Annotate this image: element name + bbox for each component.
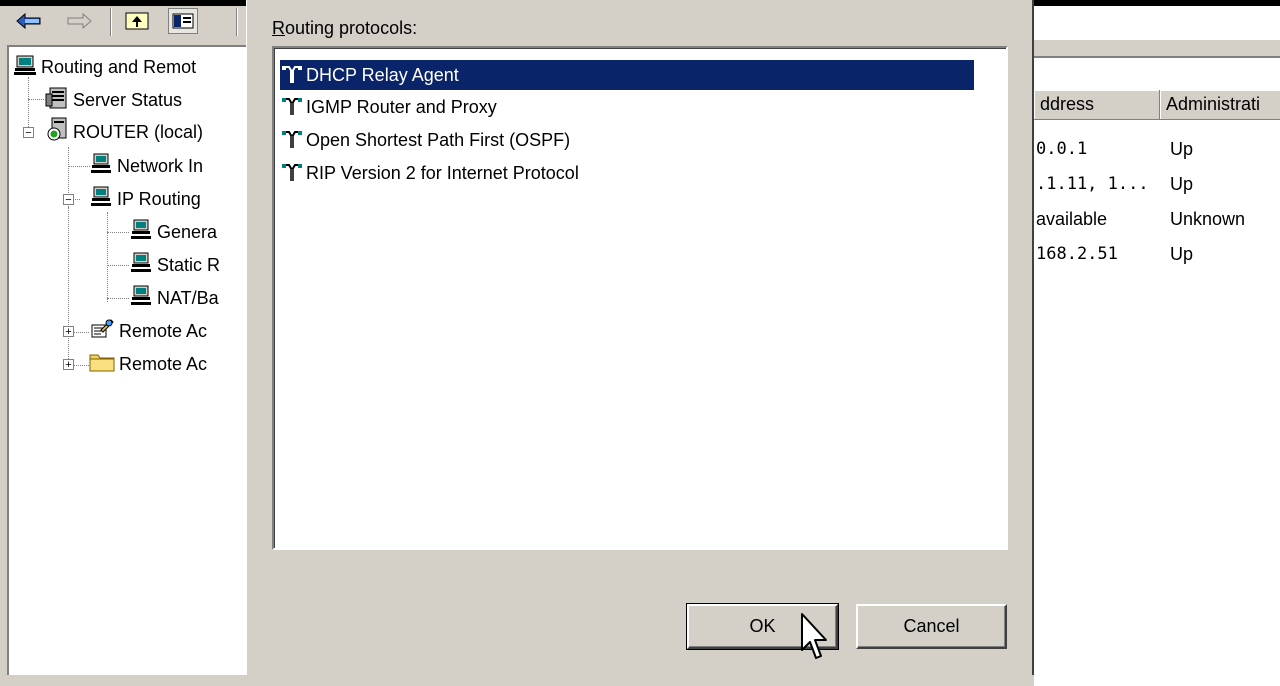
tree-item-ip-routing[interactable]: IP Routing (89, 184, 201, 214)
expand-toggle[interactable]: + (63, 359, 74, 371)
label-text: outing protocols: (285, 18, 418, 38)
cell-address: 0.0.1 (1036, 139, 1088, 159)
remote-access-policies-icon (89, 316, 115, 347)
tree-item-label: Routing and Remot (41, 56, 197, 77)
tree-item-label: ROUTER (local) (73, 121, 204, 142)
tree-item-routing-remote-access[interactable]: Routing and Remot (13, 52, 196, 82)
routing-protocol-icon (280, 65, 304, 85)
tree-item-label: Remote Ac (119, 320, 208, 341)
routing-protocols-listbox[interactable]: DHCP Relay Agent IGMP Router and Proxy O… (272, 46, 1008, 550)
tree-item-router-local[interactable]: ROUTER (local) (45, 117, 203, 147)
cell-status: Up (1170, 244, 1194, 264)
ip-routing-icon (89, 185, 113, 214)
cell-status: Unknown (1170, 209, 1246, 229)
tree-item-label: Remote Ac (119, 353, 208, 374)
protocol-item-rip-v2[interactable]: RIP Version 2 for Internet Protocol (280, 158, 583, 188)
protocol-label: Open Shortest Path First (OSPF) (306, 129, 571, 150)
access-key-letter: R (272, 18, 285, 38)
details-pane: ddress Administrati 0.0.1 Up .1.11, 1...… (1034, 6, 1280, 686)
protocol-label: DHCP Relay Agent (304, 60, 463, 90)
cell-address: available (1036, 209, 1108, 229)
routing-protocol-icon (280, 130, 304, 150)
tree-item-label: NAT/Ba (157, 287, 219, 308)
tree-item-static-routes[interactable]: Static R (129, 250, 220, 280)
forward-arrow-icon[interactable] (64, 8, 94, 34)
column-header-address[interactable]: ddress (1034, 90, 1160, 120)
tree-item-label: Server Status (73, 89, 183, 110)
column-header-administrative-status[interactable]: Administrati (1160, 90, 1280, 120)
tree-item-label: IP Routing (117, 188, 201, 209)
protocol-item-igmp[interactable]: IGMP Router and Proxy (280, 92, 501, 122)
server-computer-icon (13, 54, 37, 81)
cancel-button[interactable]: Cancel (856, 604, 1007, 649)
up-one-level-icon[interactable] (122, 8, 152, 34)
new-routing-protocol-dialog: Routing protocols: DHCP Relay Agent IGMP… (246, 0, 1034, 675)
tree-item-remote-access-logging[interactable]: Remote Ac (89, 349, 207, 379)
protocol-label: IGMP Router and Proxy (306, 96, 497, 117)
button-label: OK (749, 616, 776, 636)
mouse-pointer-icon (800, 612, 830, 671)
collapse-toggle[interactable]: − (63, 194, 74, 206)
nat-icon (129, 284, 153, 313)
tree-item-server-status[interactable]: Server Status (45, 85, 182, 115)
tree-item-network-interfaces[interactable]: Network In (89, 151, 203, 181)
tree-item-nat[interactable]: NAT/Ba (129, 283, 219, 313)
mmc-toolbar (0, 6, 248, 40)
cell-status: Up (1170, 139, 1194, 159)
tree-item-label: Static R (157, 254, 221, 275)
router-server-icon (45, 117, 69, 148)
network-interfaces-icon (89, 152, 113, 181)
column-header-label: ddress (1040, 94, 1095, 114)
tree-item-remote-access-policies[interactable]: Remote Ac (89, 316, 207, 346)
cell-address: .1.11, 1... (1036, 174, 1149, 194)
server-status-icon (45, 86, 69, 115)
tree-item-general[interactable]: Genera (129, 217, 217, 247)
protocol-item-dhcp-relay[interactable]: DHCP Relay Agent (280, 60, 974, 90)
cell-address: 168.2.51 (1036, 244, 1118, 264)
button-label: Cancel (903, 616, 960, 636)
folder-icon (89, 351, 115, 378)
show-hide-console-tree-icon[interactable] (168, 8, 198, 34)
back-arrow-icon[interactable] (14, 8, 44, 34)
cell-status: Up (1170, 174, 1194, 194)
general-icon (129, 218, 153, 247)
tree-item-label: Genera (157, 221, 218, 242)
routing-protocol-icon (280, 163, 304, 183)
protocol-item-ospf[interactable]: Open Shortest Path First (OSPF) (280, 125, 574, 155)
routing-protocols-label: Routing protocols: (272, 18, 417, 39)
column-header-label: Administrati (1166, 94, 1261, 114)
console-tree: Routing and Remot Server Status − ROUTER… (7, 45, 247, 675)
tree-item-label: Network In (117, 155, 204, 176)
static-routes-icon (129, 251, 153, 280)
collapse-toggle[interactable]: − (23, 127, 34, 139)
details-caption-strip (1034, 6, 1280, 40)
protocol-label: RIP Version 2 for Internet Protocol (306, 162, 579, 183)
routing-protocol-icon (280, 97, 304, 117)
expand-toggle[interactable]: + (63, 326, 74, 338)
